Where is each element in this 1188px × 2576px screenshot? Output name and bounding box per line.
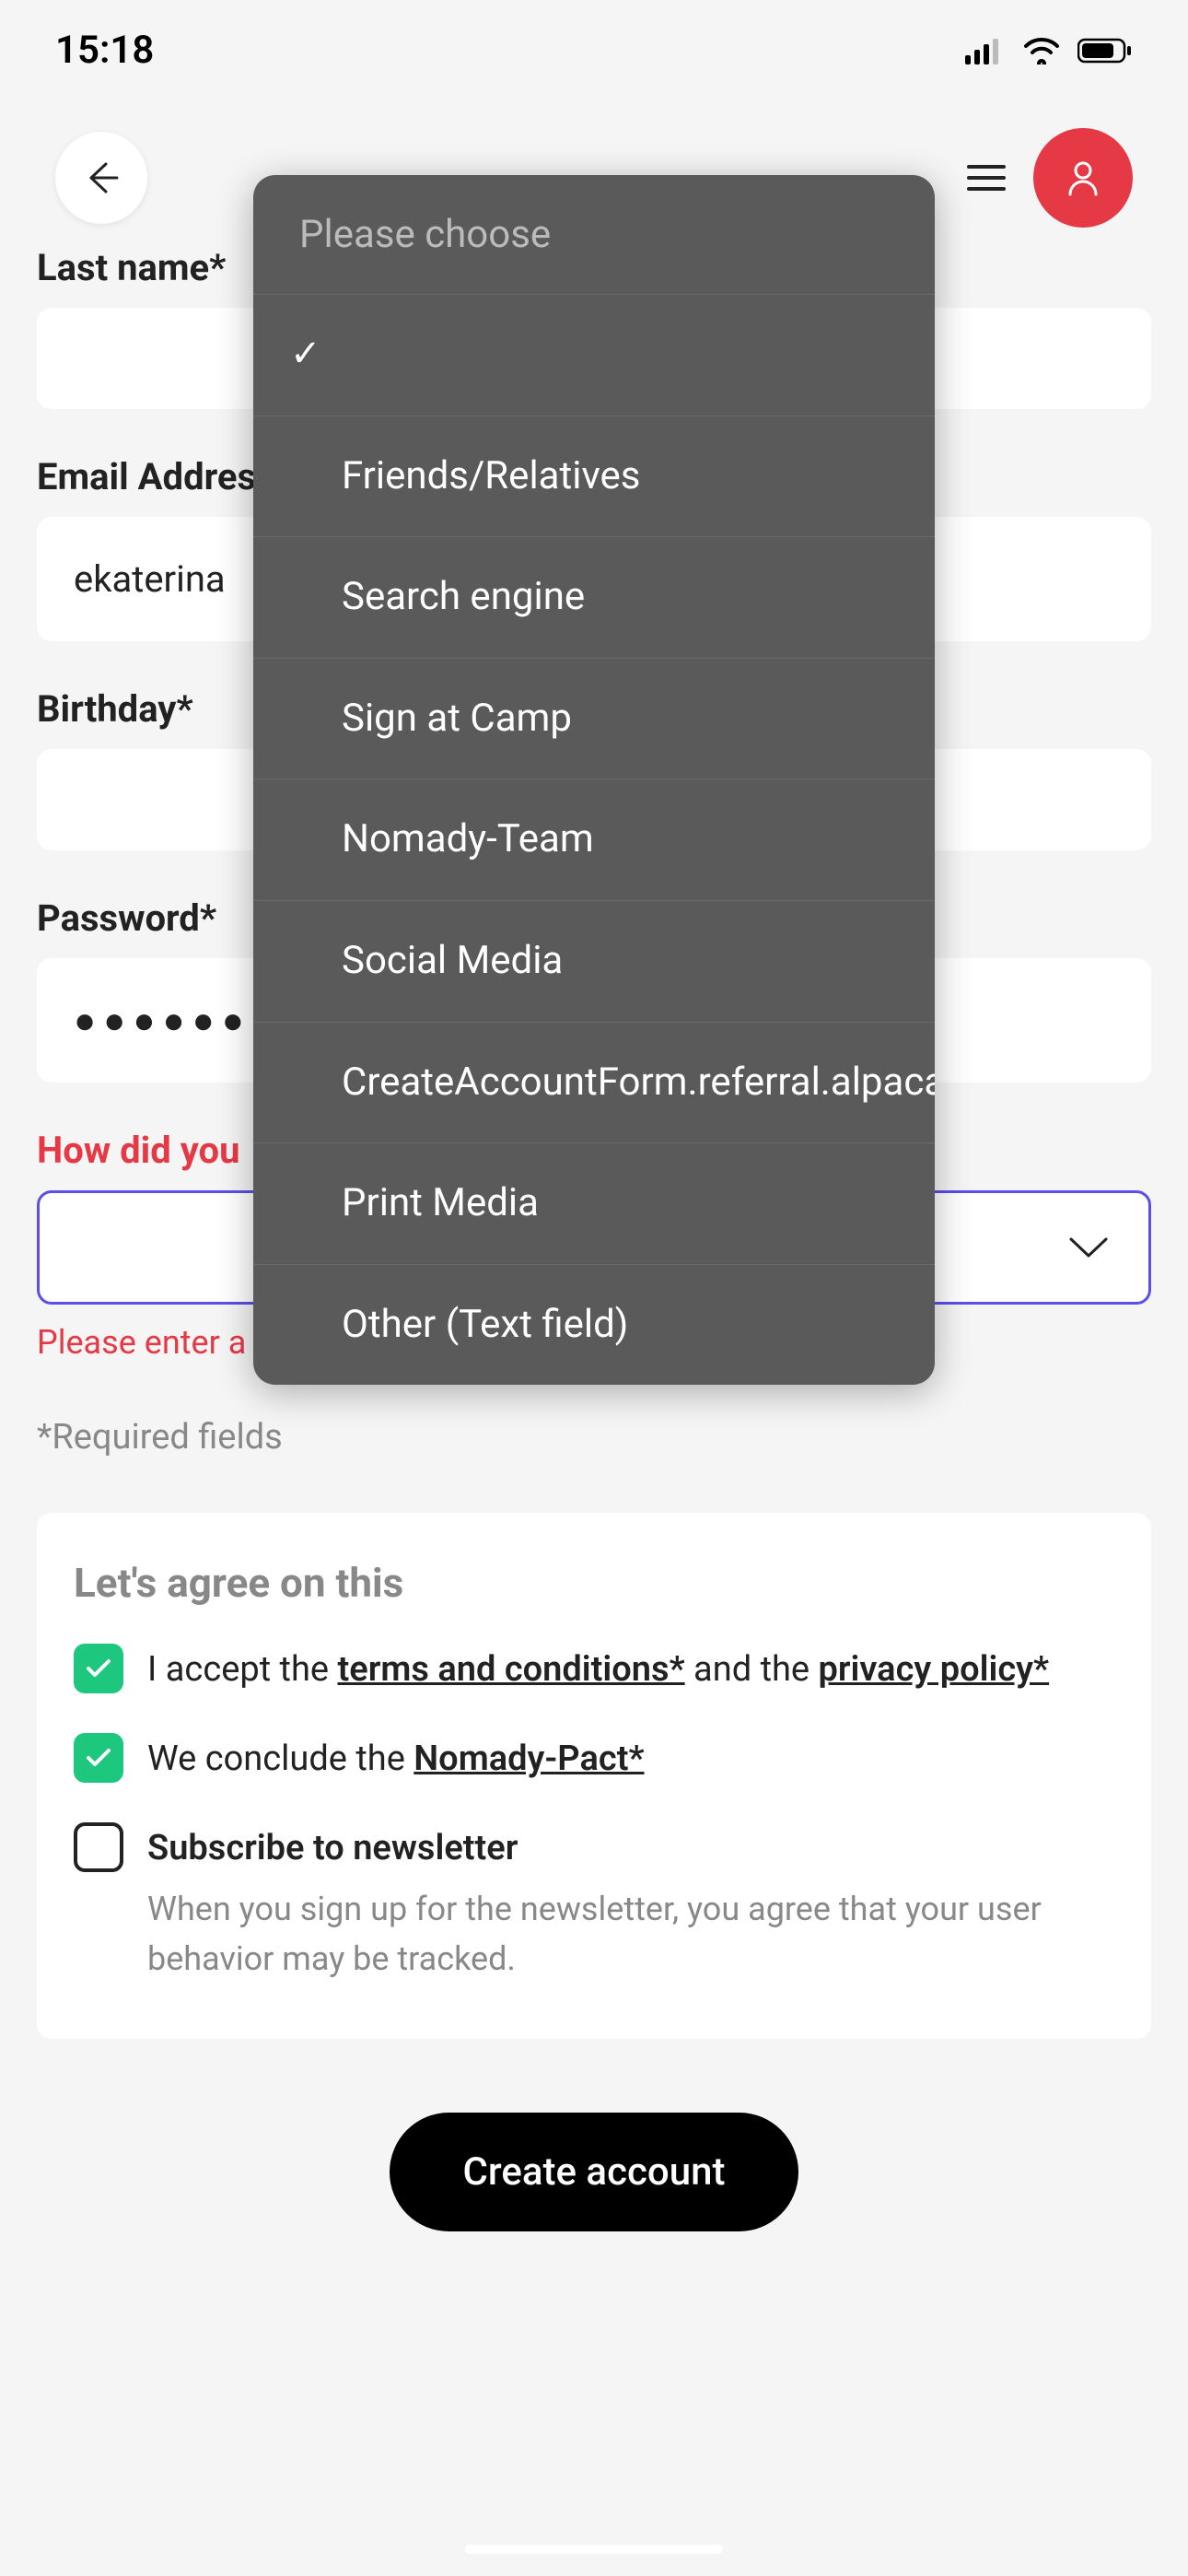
referral-dropdown: Please choose Friends/RelativesSearch en… [253, 175, 935, 1385]
terms-link[interactable]: terms and conditions* [338, 1649, 685, 1690]
newsletter-label: Subscribe to newsletter [147, 1822, 1114, 1875]
status-indicators [965, 37, 1133, 64]
signal-icon [965, 37, 1006, 64]
pact-link[interactable]: Nomady-Pact* [413, 1739, 644, 1779]
dropdown-item-3[interactable]: Sign at Camp [253, 659, 935, 780]
arrow-left-icon [82, 158, 121, 197]
terms-row: I accept the terms and conditions* and t… [74, 1644, 1114, 1696]
agree-card: Let's agree on this I accept the terms a… [37, 1513, 1151, 2039]
agree-title: Let's agree on this [74, 1559, 1114, 1607]
terms-checkbox[interactable] [74, 1644, 123, 1693]
status-time: 15:18 [55, 28, 154, 73]
dropdown-item-8[interactable]: Other (Text field) [253, 1265, 935, 1386]
wifi-icon [1022, 37, 1061, 64]
privacy-link[interactable]: privacy policy* [819, 1649, 1050, 1690]
newsletter-checkbox[interactable] [74, 1822, 123, 1872]
back-button[interactable] [55, 132, 147, 224]
dropdown-header: Please choose [253, 175, 935, 295]
dropdown-item-6[interactable]: CreateAccountForm.referral.alpacaCamping [253, 1023, 935, 1144]
dropdown-item-4[interactable]: Nomady-Team [253, 779, 935, 901]
home-indicator[interactable] [465, 2545, 723, 2554]
person-icon [1061, 156, 1105, 200]
newsletter-note: When you sign up for the newsletter, you… [147, 1884, 1114, 1984]
dropdown-item-5[interactable]: Social Media [253, 901, 935, 1023]
profile-button[interactable] [1033, 128, 1133, 228]
newsletter-row: Subscribe to newsletter When you sign up… [74, 1822, 1114, 1984]
dropdown-item-1[interactable]: Friends/Relatives [253, 416, 935, 538]
dropdown-item-2[interactable]: Search engine [253, 537, 935, 659]
check-icon [85, 1747, 112, 1769]
dropdown-item-0[interactable] [253, 295, 935, 416]
pact-row: We conclude the Nomady-Pact* [74, 1733, 1114, 1786]
pact-text: We conclude the Nomady-Pact* [147, 1733, 645, 1786]
chevron-down-icon [1066, 1234, 1112, 1261]
required-note: *Required fields [37, 1417, 1151, 1458]
status-bar: 15:18 [0, 0, 1188, 91]
pact-checkbox[interactable] [74, 1733, 123, 1783]
battery-icon [1077, 37, 1133, 64]
menu-icon[interactable] [967, 163, 1006, 193]
terms-text: I accept the terms and conditions* and t… [147, 1644, 1049, 1696]
dropdown-item-7[interactable]: Print Media [253, 1143, 935, 1265]
check-icon [85, 1657, 112, 1680]
newsletter-text-group: Subscribe to newsletter When you sign up… [147, 1822, 1114, 1984]
create-account-button[interactable]: Create account [390, 2113, 799, 2231]
